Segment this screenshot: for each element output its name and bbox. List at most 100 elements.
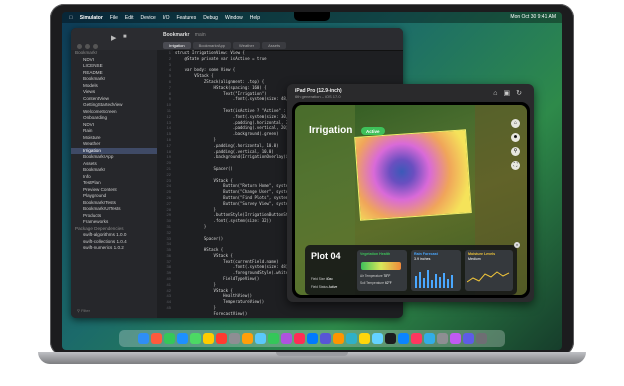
menubar-clock[interactable]: Mon Oct 30 9:41 AM <box>510 14 556 20</box>
rotate-icon[interactable]: ↻ <box>516 90 528 97</box>
rain-bars <box>415 270 453 288</box>
close-icon[interactable]: × <box>514 242 520 248</box>
stat-value: 62°F <box>384 281 392 285</box>
dock-app-icon[interactable] <box>189 333 201 344</box>
dock-app-icon[interactable] <box>449 333 461 344</box>
stat-field-status: Field Status Active <box>311 285 337 289</box>
tab-assets[interactable]: Assets <box>262 42 287 49</box>
dock-app-icon[interactable] <box>254 333 266 344</box>
viewfinder-icon[interactable]: ⛶ <box>511 161 520 170</box>
irrigation-heatmap <box>354 129 472 221</box>
menu-device[interactable]: Device <box>141 15 156 21</box>
dock-app-icon[interactable] <box>280 333 292 344</box>
dock-app-icon[interactable] <box>371 333 383 344</box>
stop-icon[interactable]: ■ <box>123 34 127 40</box>
menu-edit[interactable]: Edit <box>125 15 134 21</box>
stat-air-temp: Air Temperature 78°F <box>360 274 390 278</box>
dock-app-icon[interactable] <box>228 333 240 344</box>
field-map[interactable]: Irrigation Active ⌂ ☻ ⚲ ⛶ × Plot 04 Fiel… <box>295 105 527 295</box>
menu-debug[interactable]: Debug <box>203 15 218 21</box>
code-line[interactable]: ForecastView() <box>175 311 403 317</box>
branch-name: main <box>194 32 206 38</box>
line-gutter: 1 2 3 4 5 6 7 8 9 10 11 12 13 14 15 16 17 18 19 20 21 22 23 24 2… <box>157 50 173 318</box>
simulator-device-subtitle: 6th generation – iOS 17.0 <box>295 94 341 99</box>
dock-app-icon[interactable] <box>215 333 227 344</box>
filter-icon: ⚲ <box>77 308 80 313</box>
project-title: Bookmarkr main <box>163 32 206 38</box>
dock <box>119 330 505 347</box>
screen:  Simulator File Edit Device I/O Feature… <box>62 12 562 350</box>
play-icon[interactable]: ▶ <box>111 34 116 42</box>
zoom-button[interactable] <box>93 44 98 49</box>
person-icon[interactable]: ☻ <box>511 133 520 142</box>
card-title: Moisture Levels <box>468 252 496 256</box>
dock-app-icon[interactable] <box>150 333 162 344</box>
tab-weather[interactable]: Weather <box>233 42 261 49</box>
card-vegetation-health[interactable]: Vegetation Health Air Temperature 78°F S… <box>357 250 407 291</box>
simulator-window: iPad Pro (12.9-inch) 6th generation – iO… <box>287 84 534 302</box>
home-icon[interactable]: ⌂ <box>511 119 520 128</box>
moisture-line <box>467 271 510 283</box>
plot-panel: × Plot 04 Field Size 40ac Field Status A… <box>305 242 520 295</box>
dock-app-icon[interactable] <box>462 333 474 344</box>
app-title: Irrigation <box>309 125 353 136</box>
menu-window[interactable]: Window <box>225 15 243 21</box>
ipad-screen: Irrigation Active ⌂ ☻ ⚲ ⛶ × Plot 04 Fiel… <box>292 102 530 298</box>
editor-tabs: Irrigation BookmarkrApp Weather Assets <box>163 42 288 49</box>
stat-field-size: Field Size 40ac <box>311 277 333 281</box>
status-badge[interactable]: Active <box>361 127 385 135</box>
stat-value: 78°F <box>383 274 391 278</box>
tab-bookmarkrapp[interactable]: BookmarkrApp <box>192 42 232 49</box>
card-value: Medium <box>468 257 481 261</box>
dock-app-icon[interactable] <box>475 333 487 344</box>
menu-features[interactable]: Features <box>176 15 196 21</box>
project-name: Bookmarkr <box>163 32 190 38</box>
camera-notch <box>294 12 330 21</box>
stat-value: 40ac <box>325 277 333 281</box>
dock-app-icon[interactable] <box>332 333 344 344</box>
health-gradient-bar <box>361 262 401 270</box>
dock-app-icon[interactable] <box>397 333 409 344</box>
search-icon[interactable]: ⚲ <box>511 147 520 156</box>
navigator-item[interactable]: swift-numerics 1.0.2 <box>71 245 157 252</box>
stat-soil-temp: Soil Temperature 62°F <box>360 281 392 285</box>
dock-app-icon[interactable] <box>293 333 305 344</box>
dock-app-icon[interactable] <box>137 333 149 344</box>
dock-app-icon[interactable] <box>202 333 214 344</box>
dock-app-icon[interactable] <box>163 333 175 344</box>
dock-app-icon[interactable] <box>319 333 331 344</box>
stat-label: Air Temperature <box>360 274 383 278</box>
navigator-filter[interactable]: ⚲ Filter <box>77 308 90 313</box>
dock-app-icon[interactable] <box>267 333 279 344</box>
menu-help[interactable]: Help <box>250 15 260 21</box>
menu-file[interactable]: File <box>110 15 118 21</box>
dock-app-icon[interactable] <box>436 333 448 344</box>
tab-irrigation[interactable]: Irrigation <box>163 42 191 49</box>
home-icon[interactable]: ⌂ <box>493 90 503 97</box>
menu-io[interactable]: I/O <box>163 15 170 21</box>
screenshot-icon[interactable]: ▣ <box>504 90 517 97</box>
dock-app-icon[interactable] <box>176 333 188 344</box>
card-value: 3.9 inches <box>414 257 431 261</box>
line-number: 45 <box>166 305 171 311</box>
dock-app-icon[interactable] <box>241 333 253 344</box>
card-title: Rain Forecast <box>414 252 438 256</box>
dock-app-icon[interactable] <box>384 333 396 344</box>
close-button[interactable] <box>77 44 82 49</box>
card-title: Vegetation Health <box>360 252 391 256</box>
xcode-toolbar: ▶ ■ Bookmarkr main Irrigation BookmarkrA… <box>71 28 403 51</box>
filter-field[interactable]: Filter <box>81 308 90 313</box>
card-moisture-levels[interactable]: Moisture Levels Medium <box>465 250 513 291</box>
project-navigator: Bookmarkr NDVI LICENSE README Bookmarkr Model… <box>71 50 157 318</box>
menu-simulator[interactable]: Simulator <box>80 15 103 21</box>
dock-app-icon[interactable] <box>306 333 318 344</box>
simulator-toolbar: ⌂▣↻ <box>493 89 528 97</box>
dock-app-icon[interactable] <box>345 333 357 344</box>
dock-app-icon[interactable] <box>423 333 435 344</box>
dock-app-icon[interactable] <box>358 333 370 344</box>
stat-label: Field Status <box>311 285 328 289</box>
apple-icon[interactable]:  <box>69 15 73 21</box>
minimize-button[interactable] <box>85 44 90 49</box>
card-rain-forecast[interactable]: Rain Forecast 3.9 inches <box>411 250 461 291</box>
dock-app-icon[interactable] <box>410 333 422 344</box>
